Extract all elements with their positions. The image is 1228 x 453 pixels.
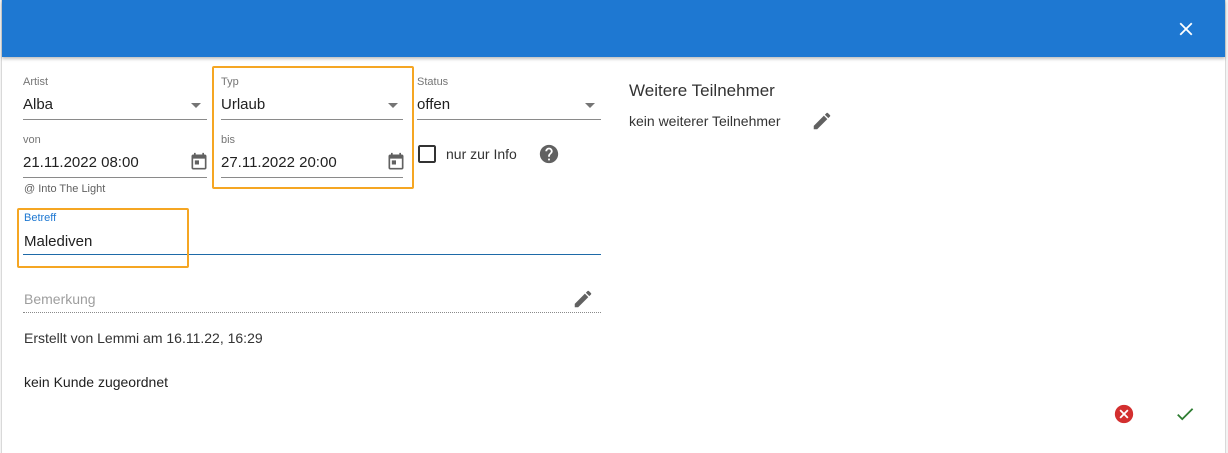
chevron-down-icon bbox=[585, 103, 595, 108]
highlight-betreff bbox=[17, 208, 189, 268]
calendar-icon[interactable] bbox=[189, 152, 209, 172]
participants-empty-text: kein weiterer Teilnehmer bbox=[629, 113, 781, 129]
chevron-down-icon bbox=[191, 103, 201, 108]
customer-text: kein Kunde zugeordnet bbox=[24, 374, 168, 390]
status-select[interactable]: Status offen bbox=[417, 76, 601, 122]
help-icon[interactable] bbox=[538, 143, 560, 165]
info-checkbox-label: nur zur Info bbox=[446, 146, 517, 162]
dialog-header bbox=[2, 0, 1225, 57]
bemerkung-field[interactable]: Bemerkung bbox=[23, 288, 601, 314]
artist-underline bbox=[23, 119, 207, 120]
status-label: Status bbox=[417, 76, 449, 88]
close-icon[interactable] bbox=[1175, 18, 1197, 40]
highlight-typ-bis bbox=[212, 66, 414, 189]
event-dialog: Artist Alba Typ Urlaub Status offen von … bbox=[1, 0, 1226, 453]
participants-title: Weitere Teilnehmer bbox=[629, 81, 775, 100]
bemerkung-underline bbox=[23, 312, 601, 313]
status-underline bbox=[417, 119, 601, 120]
von-label: von bbox=[23, 134, 41, 146]
artist-select[interactable]: Artist Alba bbox=[23, 76, 207, 122]
info-checkbox[interactable]: nur zur Info bbox=[418, 144, 528, 164]
cancel-icon[interactable] bbox=[1113, 403, 1135, 425]
bemerkung-placeholder: Bemerkung bbox=[24, 291, 96, 307]
von-underline bbox=[23, 177, 207, 178]
created-text: Erstellt von Lemmi am 16.11.22, 16:29 bbox=[24, 330, 263, 346]
von-value: 21.11.2022 08:00 bbox=[23, 154, 139, 171]
edit-participants-icon[interactable] bbox=[811, 110, 833, 132]
status-value: offen bbox=[417, 96, 451, 113]
artist-value: Alba bbox=[23, 96, 54, 113]
checkbox-icon[interactable] bbox=[415, 142, 439, 166]
artist-label: Artist bbox=[23, 76, 49, 88]
check-icon[interactable] bbox=[1174, 403, 1196, 425]
von-datetime-field[interactable]: von 21.11.2022 08:00 bbox=[23, 134, 209, 180]
von-hint: @ Into The Light bbox=[24, 183, 106, 195]
edit-icon[interactable] bbox=[572, 288, 594, 310]
